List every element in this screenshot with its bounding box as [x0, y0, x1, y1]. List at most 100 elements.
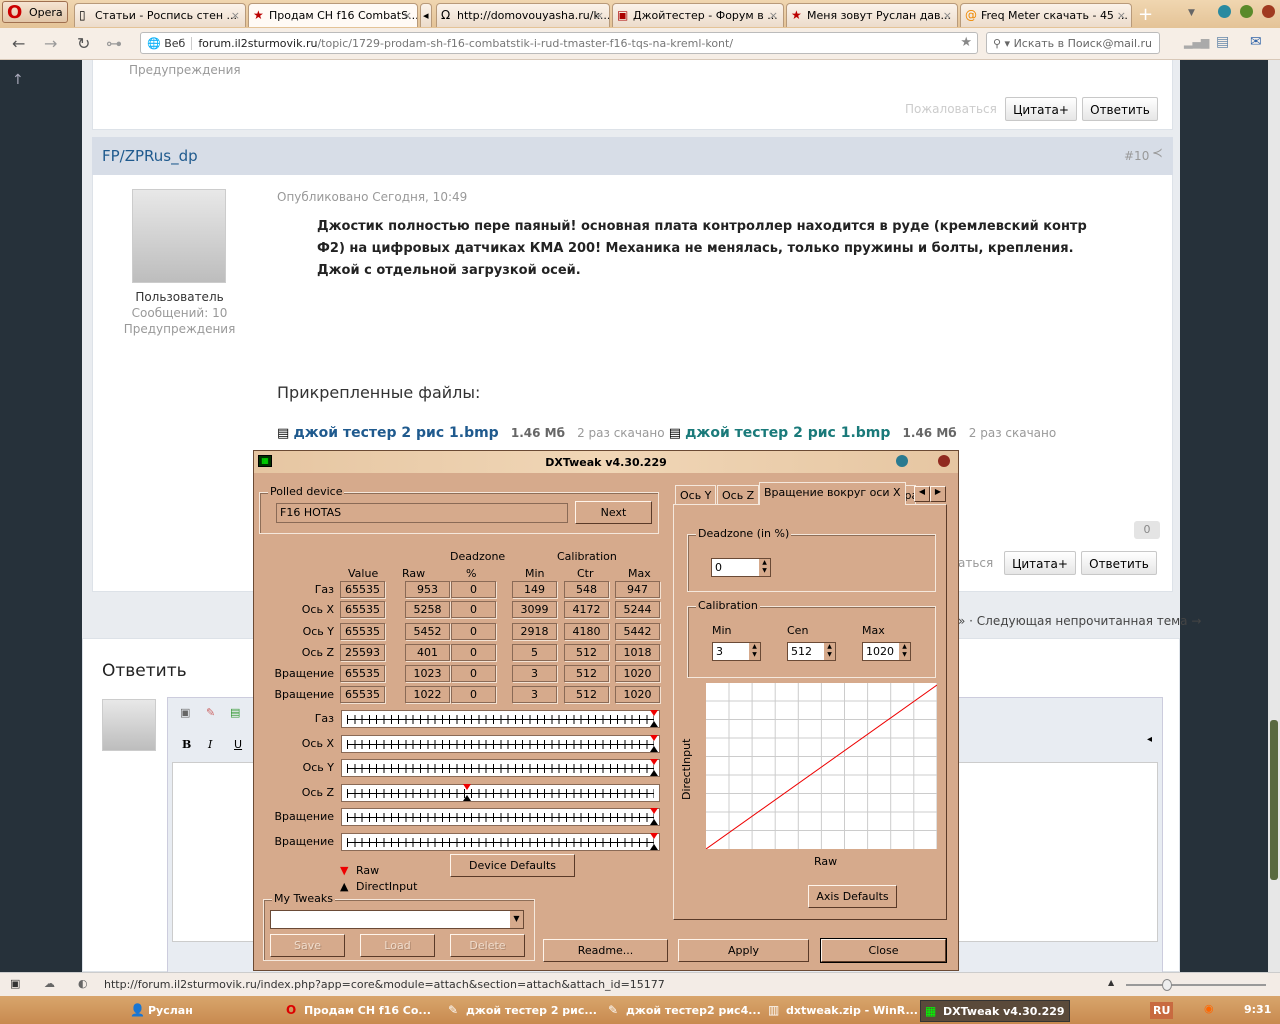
collapse-icon[interactable]: ◂: [1147, 734, 1152, 745]
zoom-out-icon[interactable]: ▲: [1108, 978, 1114, 987]
bold-button[interactable]: B: [182, 738, 191, 751]
spin-arrows-icon[interactable]: ▲ ▼: [824, 643, 835, 660]
notes-icon[interactable]: ▤: [1216, 34, 1229, 50]
delete-button[interactable]: Delete: [450, 934, 525, 957]
source-icon[interactable]: ▣: [180, 706, 190, 719]
close-window-button[interactable]: [1262, 5, 1275, 18]
address-field[interactable]: 🌐 Веб forum.il2sturmovik.ru/topic/1729-pr…: [140, 32, 978, 54]
minimize-button[interactable]: [1218, 5, 1231, 18]
share-icon[interactable]: ≺: [1152, 146, 1163, 161]
cloud-icon[interactable]: ☁: [44, 977, 55, 990]
cal-max-label: Max: [862, 624, 885, 637]
like-count[interactable]: 0: [1134, 521, 1160, 539]
tab-title: http://domovouyasha.ru/k...: [457, 9, 610, 22]
reload-icon[interactable]: ↻: [77, 34, 90, 53]
tab-scroll-left-button[interactable]: ◀: [914, 486, 930, 502]
zoom-slider[interactable]: [1126, 979, 1266, 991]
mail-icon[interactable]: ✉: [1250, 34, 1262, 50]
device-defaults-button[interactable]: Device Defaults: [450, 854, 575, 877]
next-unread-topic-link[interactable]: » · Следующая непрочитанная тема →: [958, 614, 1201, 628]
post-author[interactable]: FP/ZPRus_dp: [102, 147, 198, 165]
tab-4[interactable]: ★ Меня зовут Руслан дав... ×: [786, 3, 958, 27]
scroll-top-icon[interactable]: ↑: [12, 72, 24, 88]
chevron-down-icon[interactable]: ▼: [510, 911, 523, 928]
close-icon[interactable]: ×: [943, 9, 952, 22]
tab-0[interactable]: ▯ Статьи - Роспись стен ... ×: [74, 3, 246, 27]
deadzone-spinner[interactable]: 0 ▲ ▼: [711, 558, 771, 577]
back-icon[interactable]: ←: [12, 34, 25, 53]
tab-axis-z[interactable]: Ось Z: [717, 485, 760, 505]
tweaks-dropdown[interactable]: ▼: [270, 910, 524, 929]
taskbar-item[interactable]: ✎ джой тестер2 рис4...: [604, 1000, 761, 1022]
language-indicator[interactable]: RU: [1150, 1002, 1174, 1019]
axis-raw-cell: 5452: [405, 623, 450, 640]
forward-icon[interactable]: →: [44, 34, 57, 53]
attachment-link[interactable]: джой тестер 2 рис 1.bmp: [293, 425, 498, 441]
taskbar-item[interactable]: O Продам CH f16 Co...: [282, 1000, 431, 1022]
reply-button[interactable]: Ответить: [1082, 97, 1158, 121]
close-icon[interactable]: ×: [769, 9, 778, 22]
mail-ru-icon: @: [965, 8, 977, 22]
close-icon[interactable]: ×: [231, 9, 240, 22]
post-number[interactable]: #10: [1124, 149, 1149, 163]
taskbar-item[interactable]: ✎ джой тестер 2 рис...: [444, 1000, 597, 1022]
cal-min-spinner[interactable]: 3 ▲ ▼: [712, 642, 761, 661]
bookmark-star-icon[interactable]: ★: [960, 35, 972, 50]
underline-button[interactable]: U: [234, 738, 242, 751]
spin-arrows-icon[interactable]: ▲ ▼: [759, 559, 770, 576]
scrollbar-thumb[interactable]: [1270, 720, 1278, 880]
cal-max-spinner[interactable]: 1020 ▲ ▼: [862, 642, 911, 661]
value-header: Value: [348, 567, 379, 580]
taskbar-item[interactable]: ▥ dxtweak.zip - WinR...: [764, 1000, 918, 1022]
attachment-link[interactable]: джой тестер 2 рис 1.bmp: [685, 425, 890, 441]
readme-button[interactable]: Readme...: [543, 939, 668, 962]
axis-defaults-button[interactable]: Axis Defaults: [808, 885, 897, 908]
next-button[interactable]: Next: [575, 501, 652, 524]
maximize-button[interactable]: [1240, 5, 1253, 18]
opera-menu-button[interactable]: O Opera: [2, 1, 68, 23]
zoom-slider-handle[interactable]: [1162, 979, 1172, 991]
new-tab-button[interactable]: +: [1138, 4, 1153, 25]
percent-header: %: [466, 567, 477, 580]
tabs-scroll-left[interactable]: ◂: [420, 3, 432, 27]
quote-button[interactable]: Цитата+: [1004, 551, 1076, 575]
tab-2[interactable]: Ωhttp://domovouyasha.ru/k... ×: [436, 3, 610, 27]
spin-arrows-icon[interactable]: ▲ ▼: [899, 643, 910, 660]
eraser-icon[interactable]: ✎: [206, 706, 215, 719]
tab-5[interactable]: @ Freq Meter скачать - 45 ... ×: [960, 3, 1132, 27]
apply-button[interactable]: Apply: [678, 939, 809, 962]
table-icon[interactable]: ▤: [230, 706, 240, 719]
reply-button[interactable]: Ответить: [1081, 551, 1157, 575]
load-button[interactable]: Load: [360, 934, 435, 957]
tab-axis-y[interactable]: Ось Y: [675, 485, 717, 505]
scrollbar[interactable]: [1268, 60, 1280, 972]
minimize-button[interactable]: [896, 455, 908, 467]
tab-menu-icon[interactable]: ▼: [1188, 8, 1195, 18]
key-icon[interactable]: ⊶: [106, 34, 122, 53]
tab-1[interactable]: ★ Продам CH f16 CombatS... ×: [248, 3, 418, 27]
device-field[interactable]: F16 HOTAS: [276, 503, 568, 523]
taskbar-item-active[interactable]: ▦ DXTweak v4.30.229: [920, 1000, 1070, 1022]
close-icon[interactable]: ×: [1117, 9, 1126, 22]
save-button[interactable]: Save: [270, 934, 345, 957]
close-icon[interactable]: ×: [595, 9, 604, 22]
tab-3[interactable]: ▣ Джойтестер - Форум в ... ×: [612, 3, 784, 27]
turbo-icon[interactable]: ◐: [78, 977, 88, 990]
tab-rotation-x[interactable]: Вращение вокруг оси X: [759, 482, 906, 505]
tab-scroll-right-button[interactable]: ▶: [930, 486, 946, 502]
report-link[interactable]: аться: [958, 556, 993, 570]
taskbar-item[interactable]: 👤 Руслан: [126, 1000, 193, 1022]
report-link[interactable]: Пожаловаться: [905, 102, 997, 116]
spin-arrows-icon[interactable]: ▲ ▼: [749, 643, 760, 660]
close-button[interactable]: Close: [820, 938, 947, 963]
search-input[interactable]: ⚲ ▾ Искать в Поиск@mail.ru: [986, 32, 1160, 54]
cal-cen-spinner[interactable]: 512 ▲ ▼: [787, 642, 836, 661]
quote-button[interactable]: Цитата+: [1005, 97, 1077, 121]
close-window-button[interactable]: [938, 455, 950, 467]
close-icon[interactable]: ×: [403, 9, 412, 22]
app-icon: ▦: [258, 455, 272, 467]
italic-button[interactable]: I: [208, 738, 212, 751]
dxtweak-titlebar[interactable]: ▦ DXTweak v4.30.229: [254, 451, 958, 473]
tray-icon[interactable]: ◉: [1204, 1002, 1214, 1015]
panel-toggle-icon[interactable]: ▣: [10, 977, 20, 990]
